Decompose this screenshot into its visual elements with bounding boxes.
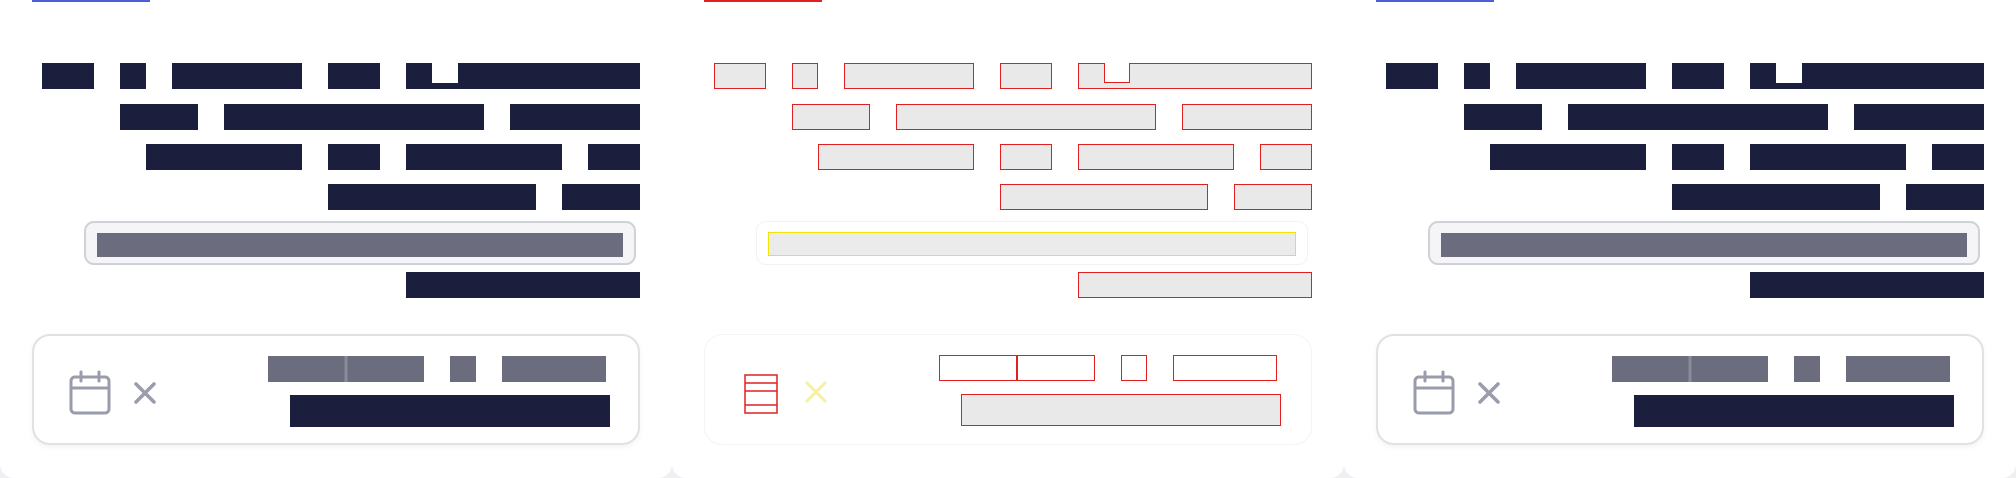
redacted-input-value [97, 233, 623, 257]
redacted-word [588, 144, 640, 170]
calendar-icon[interactable] [1412, 370, 1456, 416]
redacted-word [224, 104, 484, 130]
redacted-word [120, 104, 198, 130]
redacted-word [562, 184, 640, 210]
redacted-word [1672, 144, 1724, 170]
redacted-word [1568, 104, 1828, 130]
wireframe-word [1234, 184, 1312, 210]
close-icon[interactable] [1474, 378, 1504, 408]
wireframe-date-part [1173, 355, 1277, 381]
redacted-word [1750, 272, 1984, 298]
redacted-input-field[interactable] [1428, 221, 1980, 265]
panel-wireframe [672, 0, 1344, 478]
redacted-date-part [1846, 356, 1950, 382]
wireframe-word [792, 104, 870, 130]
wireframe-word [714, 63, 766, 89]
wireframe-word [1260, 144, 1312, 170]
redacted-word [1854, 104, 1984, 130]
wireframe-word [1000, 184, 1208, 210]
wireframe-word [896, 104, 1156, 130]
close-icon[interactable] [130, 378, 160, 408]
calendar-icon[interactable] [68, 370, 112, 416]
redacted-word [172, 63, 302, 89]
redacted-date-part [502, 356, 606, 382]
wireframe-date-part [939, 355, 1017, 381]
redacted-notch [432, 63, 458, 83]
wireframe-word [1078, 144, 1234, 170]
redacted-word [1750, 144, 1906, 170]
redacted-date-label [1634, 395, 1954, 427]
tab-indicator [1376, 0, 1494, 2]
redacted-word [120, 63, 146, 89]
redacted-word [42, 63, 94, 89]
wireframe-date-part [1017, 355, 1095, 381]
redacted-date-part [1612, 356, 1768, 382]
redacted-word [1464, 104, 1542, 130]
redacted-word [1464, 63, 1490, 89]
wireframe-input-value [768, 232, 1296, 256]
redacted-notch [1776, 63, 1802, 83]
redacted-word [328, 144, 380, 170]
redacted-word [1932, 144, 1984, 170]
redacted-date-label [290, 395, 610, 427]
date-card[interactable] [1376, 334, 1984, 445]
wireframe-word [1000, 144, 1052, 170]
tab-indicator [704, 0, 822, 2]
redacted-word [406, 272, 640, 298]
redacted-word [510, 104, 640, 130]
redacted-word [1516, 63, 1646, 89]
redacted-date-part [1794, 356, 1820, 382]
close-icon[interactable] [801, 377, 831, 407]
panel-rendered-2 [1344, 0, 2016, 478]
redacted-word [1386, 63, 1438, 89]
date-card[interactable] [32, 334, 640, 445]
redacted-date-part [268, 356, 424, 382]
redacted-word [1672, 63, 1724, 89]
redacted-input-field[interactable] [84, 221, 636, 265]
redacted-date-part [450, 356, 476, 382]
redacted-word [1906, 184, 1984, 210]
wireframe-date-label [961, 394, 1281, 426]
wireframe-word [792, 63, 818, 89]
panel-rendered-1 [0, 0, 672, 478]
redacted-word [146, 144, 302, 170]
wireframe-input-field[interactable] [756, 221, 1308, 265]
redacted-word [328, 63, 380, 89]
wireframe-word [1182, 104, 1312, 130]
wireframe-word [1078, 272, 1312, 298]
wireframe-date-card[interactable] [704, 334, 1312, 445]
redacted-word [406, 144, 562, 170]
redacted-input-value [1441, 233, 1967, 257]
wireframe-word [844, 63, 974, 89]
redacted-word [1490, 144, 1646, 170]
wireframe-date-part [1121, 355, 1147, 381]
redacted-word [1672, 184, 1880, 210]
wireframe-notch [1104, 63, 1130, 83]
redacted-word [328, 184, 536, 210]
tab-indicator [32, 0, 150, 2]
wireframe-word [1000, 63, 1052, 89]
calendar-icon[interactable] [739, 369, 783, 415]
wireframe-word [818, 144, 974, 170]
